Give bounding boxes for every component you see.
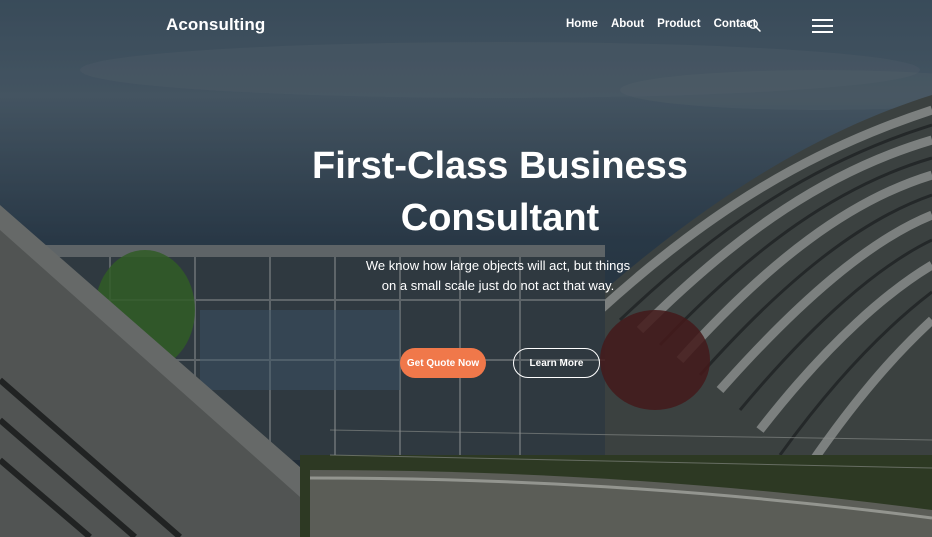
hero-subtitle: We know how large objects will act, but … (365, 258, 631, 293)
hero-section: Aconsulting Home About Product Contact F… (0, 0, 932, 537)
nav-item-home[interactable]: Home (566, 18, 598, 30)
nav-item-product[interactable]: Product (657, 18, 700, 30)
main-nav: Home About Product Contact (566, 18, 769, 30)
brand-logo[interactable]: Aconsulting (166, 15, 265, 35)
search-icon[interactable] (748, 19, 761, 32)
hamburger-menu-icon[interactable] (812, 19, 834, 33)
learn-more-button[interactable]: Learn More (513, 348, 600, 378)
hero-title-line1: First-Class Business (312, 145, 688, 187)
nav-item-about[interactable]: About (611, 18, 644, 30)
hero-title-line2: Consultant (400, 197, 600, 239)
get-quote-button[interactable]: Get Quote Now (400, 348, 486, 378)
hero-title: First-Class Business Consultant (250, 140, 750, 244)
